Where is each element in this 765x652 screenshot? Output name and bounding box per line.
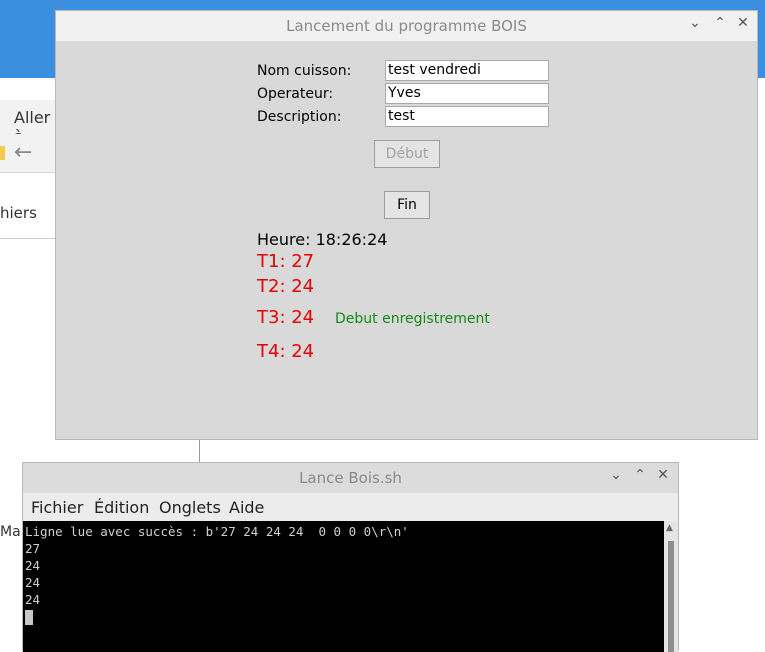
scroll-up-icon[interactable]: ▲ <box>666 523 673 533</box>
description-label: Description: <box>257 109 342 125</box>
tab-divider <box>0 238 60 239</box>
description-field[interactable]: test <box>385 106 549 127</box>
bois-dialog: Lancement du programme BOIS ⌄ ⌃ ✕ Nom cu… <box>55 10 758 440</box>
sidebar-item[interactable]: Ma <box>0 524 21 540</box>
terminal-title: Lance Bois.sh <box>299 469 402 487</box>
t1-readout: T1: 27 <box>257 251 315 272</box>
debut-button[interactable]: Début <box>374 140 440 168</box>
terminal-menubar: Fichier Édition Onglets Aide <box>23 493 678 521</box>
terminal-scrollbar[interactable]: ▲ <box>664 521 678 652</box>
status-message: Debut enregistrement <box>335 311 490 327</box>
pane-divider[interactable] <box>199 440 200 462</box>
back-arrow-icon[interactable]: ← <box>14 140 32 165</box>
folder-icon <box>0 146 5 160</box>
close-icon[interactable]: ✕ <box>655 467 671 483</box>
terminal-line: 24 <box>25 575 41 590</box>
chevron-up-icon[interactable]: ⌃ <box>632 467 648 483</box>
chevron-up-icon[interactable]: ⌃ <box>712 15 728 31</box>
terminal-line: 24 <box>25 558 41 573</box>
t3-readout: T3: 24 <box>257 307 315 328</box>
chevron-down-icon[interactable]: ⌄ <box>608 467 624 483</box>
t4-readout: T4: 24 <box>257 341 315 362</box>
menu-edition[interactable]: Édition <box>94 498 149 517</box>
operateur-label: Operateur: <box>257 86 334 102</box>
terminal-line: 27 <box>25 541 41 556</box>
chevron-down-icon[interactable]: ⌄ <box>687 15 703 31</box>
fin-button[interactable]: Fin <box>384 191 430 219</box>
menu-fichier[interactable]: Fichier <box>31 498 83 517</box>
operateur-field[interactable]: Yves <box>385 83 549 104</box>
terminal-line: Ligne lue avec succès : b'27 24 24 24 0 … <box>25 524 409 539</box>
terminal-titlebar[interactable]: Lance Bois.sh ⌄ ⌃ ✕ <box>23 463 678 493</box>
menu-onglets[interactable]: Onglets <box>159 498 221 517</box>
nom-label: Nom cuisson: <box>257 63 352 79</box>
file-manager-menubar: Aller à <box>0 100 60 146</box>
terminal-window: Lance Bois.sh ⌄ ⌃ ✕ Fichier Édition Ongl… <box>22 462 679 652</box>
t2-readout: T2: 24 <box>257 276 315 297</box>
heure-readout: Heure: 18:26:24 <box>257 230 388 249</box>
nom-cuisson-field[interactable]: test vendredi <box>385 60 549 81</box>
dialog-title: Lancement du programme BOIS <box>286 17 527 35</box>
terminal-line: 24 <box>25 592 41 607</box>
terminal-output[interactable]: Ligne lue avec succès : b'27 24 24 24 0 … <box>23 521 664 652</box>
dialog-titlebar[interactable]: Lancement du programme BOIS ⌄ ⌃ ✕ <box>56 11 757 41</box>
menu-aide[interactable]: Aide <box>229 498 264 517</box>
terminal-cursor <box>25 610 33 625</box>
scrollbar-thumb[interactable] <box>668 541 674 652</box>
close-icon[interactable]: ✕ <box>735 15 751 31</box>
tab-fichiers[interactable]: hiers <box>0 204 37 222</box>
